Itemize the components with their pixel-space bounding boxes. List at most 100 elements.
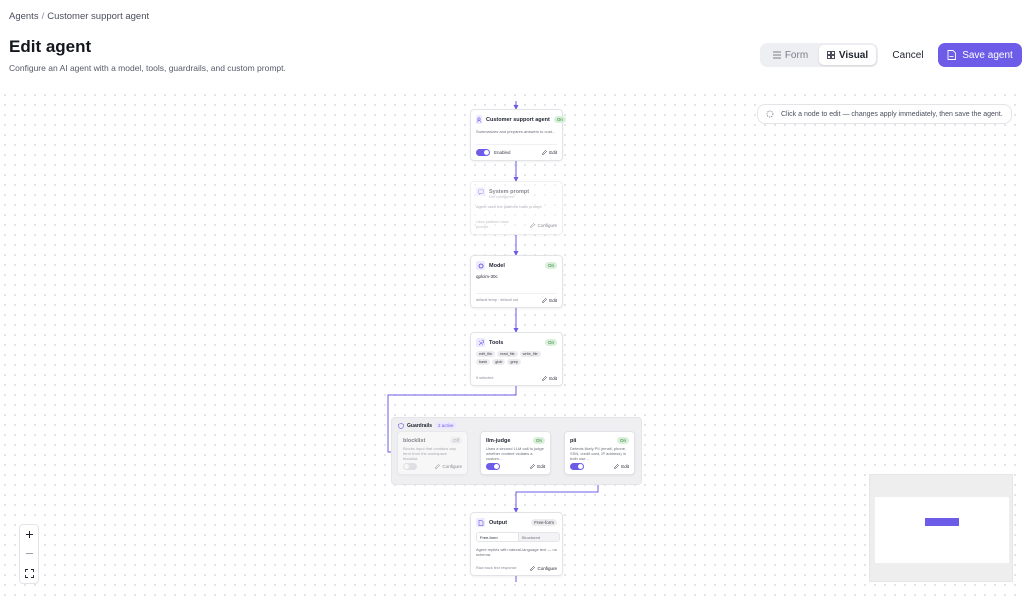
grid-icon	[826, 51, 835, 59]
guardrail-description: Blocks input that contains any term from…	[403, 446, 456, 462]
tool-chip: edit_file	[476, 351, 496, 357]
canvas-hint: Click a node to edit — changes apply imm…	[757, 104, 1012, 124]
shield-icon	[398, 422, 404, 429]
guardrail-blocklist-toggle[interactable]	[403, 463, 417, 470]
system-prompt-configure-button[interactable]: Configure	[530, 223, 557, 228]
pencil-icon	[542, 376, 548, 381]
guardrail-status-badge: On	[616, 437, 629, 444]
system-prompt-description: Agent uses the platform base prompt	[476, 204, 542, 209]
user-icon	[476, 116, 482, 123]
visual-view-button[interactable]: Visual	[819, 45, 876, 65]
guardrail-status-badge: On	[532, 437, 545, 444]
system-prompt-subtitle: Not configured	[489, 195, 514, 199]
page-title: Edit agent	[9, 37, 92, 56]
model-edit-button[interactable]: Edit	[542, 298, 557, 303]
output-description: Agent replies with natural-language text…	[476, 547, 557, 558]
tools-node-title: Tools	[489, 339, 504, 346]
tool-chip: write_file	[519, 351, 541, 357]
fit-view-button[interactable]	[21, 565, 37, 581]
system-prompt-configure-label: Configure	[537, 222, 557, 228]
model-node[interactable]: Model On qplcim-30c default temp · defau…	[470, 255, 563, 308]
guardrail-blocklist-configure-button[interactable]: Configure	[435, 464, 462, 469]
pencil-icon	[530, 222, 536, 228]
model-footer: default temp · default out	[476, 298, 519, 303]
tool-chip: glob	[492, 359, 506, 365]
model-status-badge: On	[544, 262, 557, 269]
guardrail-name: blocklist	[403, 437, 426, 444]
guardrail-name: llm-judge	[486, 437, 511, 444]
file-icon	[478, 519, 483, 526]
agent-node-description: Summarizes and prepares answers to cust.…	[476, 129, 556, 134]
cancel-button[interactable]: Cancel	[885, 43, 931, 67]
agent-node[interactable]: Customer support agent On Summarizes and…	[470, 109, 566, 161]
output-mode-segmented: Free-form Structured	[476, 532, 560, 542]
minimap-viewport[interactable]	[875, 497, 1009, 563]
form-view-label: Form	[784, 49, 809, 61]
form-view-button[interactable]: Form	[762, 45, 819, 65]
guardrail-status-badge: Off	[450, 437, 462, 444]
output-mode-badge: Free-form	[531, 519, 557, 526]
pencil-icon	[435, 464, 441, 469]
output-node[interactable]: Output Free-form Free-form Structured Ag…	[470, 512, 563, 576]
guardrail-llm-judge-edit-button[interactable]: Edit	[530, 464, 545, 469]
output-free-form-option[interactable]: Free-form	[477, 533, 519, 541]
hint-text: Click a node to edit — changes apply imm…	[781, 110, 1003, 118]
tools-node[interactable]: Tools On edit_file read_file write_file …	[470, 332, 563, 386]
model-edit-label: Edit	[549, 298, 557, 303]
view-toggle: Form Visual	[760, 43, 878, 67]
agent-edit-button[interactable]: Edit	[542, 150, 557, 155]
tools-edit-label: Edit	[549, 376, 557, 381]
pencil-icon	[542, 298, 548, 303]
agent-enabled-toggle[interactable]	[476, 149, 490, 156]
minus-icon	[25, 553, 33, 555]
agent-edit-label: Edit	[549, 150, 557, 155]
output-node-title: Output	[489, 519, 508, 526]
pencil-icon	[530, 566, 536, 571]
fit-view-icon	[24, 568, 34, 578]
zoom-in-button[interactable]	[21, 527, 37, 543]
guardrails-active-badge: 2 active	[435, 422, 457, 429]
tool-chip: read_file	[497, 351, 518, 357]
breadcrumb-agents-link[interactable]: Agents	[9, 11, 39, 22]
tools-status-badge: On	[544, 339, 557, 346]
agent-enabled-label: Enabled	[494, 150, 511, 155]
guardrail-description: Uses a second LLM call to judge whether …	[486, 446, 544, 462]
agent-node-title: Customer support agent	[486, 116, 550, 123]
system-prompt-footer: Uses platform base prompt	[476, 220, 509, 230]
system-prompt-node[interactable]: System prompt Not configured Agent uses …	[470, 181, 563, 235]
tools-footer: 6 selected	[476, 376, 494, 381]
save-agent-label: Save agent	[962, 49, 1013, 61]
guardrails-title: Guardrails	[407, 422, 433, 429]
cpu-icon	[477, 262, 484, 269]
pencil-icon	[542, 150, 548, 155]
minimap[interactable]	[869, 474, 1013, 582]
list-icon	[772, 51, 781, 59]
message-icon	[477, 189, 484, 195]
system-prompt-title: System prompt	[489, 188, 530, 195]
guardrail-name: pii	[570, 437, 577, 444]
model-node-title: Model	[489, 262, 505, 269]
guardrail-llm-judge-node[interactable]: llm-judge On Uses a second LLM call to j…	[480, 431, 551, 475]
plus-icon	[25, 531, 33, 539]
zoom-out-button[interactable]	[21, 546, 37, 562]
tools-edit-button[interactable]: Edit	[542, 376, 557, 381]
guardrail-blocklist-node[interactable]: blocklist Off Blocks input that contains…	[397, 431, 468, 475]
agent-status-badge: On	[553, 116, 566, 123]
output-structured-option[interactable]: Structured	[518, 533, 559, 541]
output-configure-button[interactable]: Configure	[530, 566, 557, 571]
guardrail-action-label: Configure	[442, 464, 462, 469]
guardrail-pii-toggle[interactable]	[570, 463, 584, 470]
tool-chip: bash	[476, 359, 491, 365]
save-agent-button[interactable]: Save agent	[938, 43, 1022, 67]
breadcrumb-separator: /	[41, 11, 45, 22]
output-footer: Raw back text response	[476, 566, 517, 571]
output-configure-label: Configure	[537, 566, 557, 571]
guardrail-action-label: Edit	[621, 464, 629, 469]
tools-chip-list: edit_file read_file write_file bash glob…	[476, 351, 556, 365]
guardrail-pii-node[interactable]: pii On Detects likely PII (email, phone,…	[564, 431, 635, 475]
zoom-controls	[19, 524, 39, 584]
guardrail-llm-judge-toggle[interactable]	[486, 463, 500, 470]
guardrail-pii-edit-button[interactable]: Edit	[614, 464, 629, 469]
sparkle-icon	[766, 110, 774, 118]
guardrail-action-label: Edit	[537, 464, 545, 469]
